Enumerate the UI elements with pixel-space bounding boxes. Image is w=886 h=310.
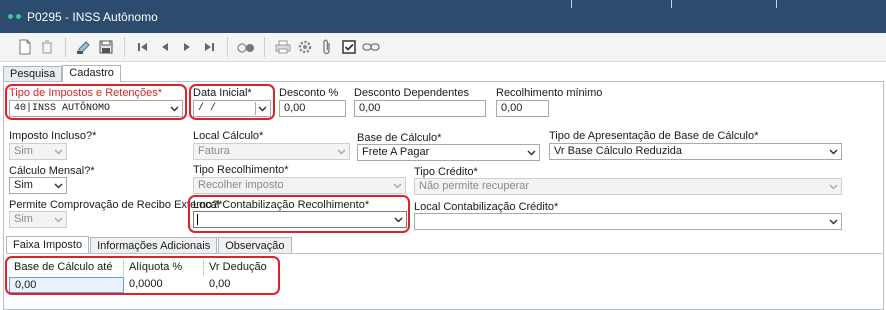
chevron-down-icon xyxy=(51,179,65,192)
checkbox-icon[interactable] xyxy=(338,36,360,58)
attach-icon[interactable] xyxy=(316,36,338,58)
tipo-recolhimento-label: Tipo Recolhimento* xyxy=(193,164,289,176)
tab-faixa-imposto[interactable]: Faixa Imposto xyxy=(6,236,90,254)
tipo-recolhimento-select[interactable]: Recolher imposto xyxy=(193,177,406,194)
desconto-input[interactable]: 0,00 xyxy=(279,100,346,117)
desconto-dependentes-label: Desconto Dependentes xyxy=(354,87,469,99)
desconto-dependentes-input[interactable]: 0,00 xyxy=(354,100,486,117)
title-divider xyxy=(776,0,777,8)
tab-pesquisa[interactable]: Pesquisa xyxy=(3,66,63,82)
toolbar-separator xyxy=(65,37,66,57)
toolbar-separator xyxy=(227,37,228,57)
binoculars-icon[interactable] xyxy=(235,36,257,58)
local-contab-credito-label: Local Contabilização Crédito* xyxy=(414,201,559,213)
chevron-down-icon xyxy=(51,213,65,226)
base-calculo-label: Base de Cálculo* xyxy=(357,132,442,144)
desconto-label: Desconto % xyxy=(279,87,339,99)
chevron-down-icon xyxy=(334,145,348,158)
chevron-down-icon xyxy=(826,180,840,193)
calculo-mensal-select[interactable]: Sim xyxy=(9,177,67,194)
title-divider xyxy=(571,0,572,8)
tab-informacoes-adicionais[interactable]: Informações Adicionais xyxy=(90,237,218,254)
tipo-credito-select[interactable]: Não permite recuperar xyxy=(414,178,842,195)
toolbar-separator xyxy=(124,37,125,57)
highlight-box xyxy=(189,84,275,120)
link-icon[interactable] xyxy=(360,36,382,58)
save-icon[interactable] xyxy=(95,36,117,58)
highlight-box xyxy=(5,84,187,120)
chevron-down-icon xyxy=(390,179,404,192)
recolhimento-minimo-label: Recolhimento mínimo xyxy=(496,87,603,99)
sub-tabs: Faixa Imposto Informações Adicionais Obs… xyxy=(6,236,293,254)
last-record-icon[interactable] xyxy=(198,36,220,58)
window-title: P0295 - INSS Autônomo xyxy=(27,9,158,24)
delete-icon[interactable] xyxy=(36,36,58,58)
main-tabs: Pesquisa Cadastro xyxy=(3,65,121,82)
tipo-apresentacao-label: Tipo de Apresentação de Base de Cálculo* xyxy=(549,130,759,142)
edit-icon[interactable] xyxy=(73,36,95,58)
highlight-box xyxy=(5,256,280,295)
base-calculo-select[interactable]: Frete A Pagar xyxy=(357,144,540,161)
local-calculo-label: Local Cálculo* xyxy=(193,130,264,142)
print-icon[interactable] xyxy=(272,36,294,58)
toolbar xyxy=(0,33,886,62)
highlight-box xyxy=(188,195,410,233)
chevron-down-icon xyxy=(826,215,840,228)
tipo-apresentacao-select[interactable]: Vr Base Cálculo Reduzida xyxy=(549,143,842,160)
title-divider xyxy=(671,0,672,8)
previous-record-icon[interactable] xyxy=(154,36,176,58)
next-record-icon[interactable] xyxy=(176,36,198,58)
calculo-mensal-label: Cálculo Mensal?* xyxy=(9,165,95,177)
local-contab-credito-select[interactable] xyxy=(414,213,842,230)
tipo-credito-label: Tipo Crédito* xyxy=(414,166,478,178)
toolbar-separator xyxy=(264,37,265,57)
title-bar: P0295 - INSS Autônomo xyxy=(0,0,886,33)
imposto-incluso-select[interactable]: Sim xyxy=(9,143,67,160)
tab-cadastro[interactable]: Cadastro xyxy=(62,65,121,82)
permite-comprovacao-select[interactable]: Sim xyxy=(9,211,67,228)
chevron-down-icon xyxy=(51,145,65,158)
recolhimento-minimo-input[interactable]: 0,00 xyxy=(496,100,549,117)
gear-icon[interactable] xyxy=(294,36,316,58)
chevron-down-icon xyxy=(524,146,538,159)
app-dots-icon xyxy=(8,14,21,19)
first-record-icon[interactable] xyxy=(132,36,154,58)
new-icon[interactable] xyxy=(14,36,36,58)
local-calculo-select[interactable]: Fatura xyxy=(193,143,350,160)
chevron-down-icon xyxy=(826,145,840,158)
tab-observacao[interactable]: Observação xyxy=(218,237,292,254)
imposto-incluso-label: Imposto Incluso?* xyxy=(9,130,97,142)
